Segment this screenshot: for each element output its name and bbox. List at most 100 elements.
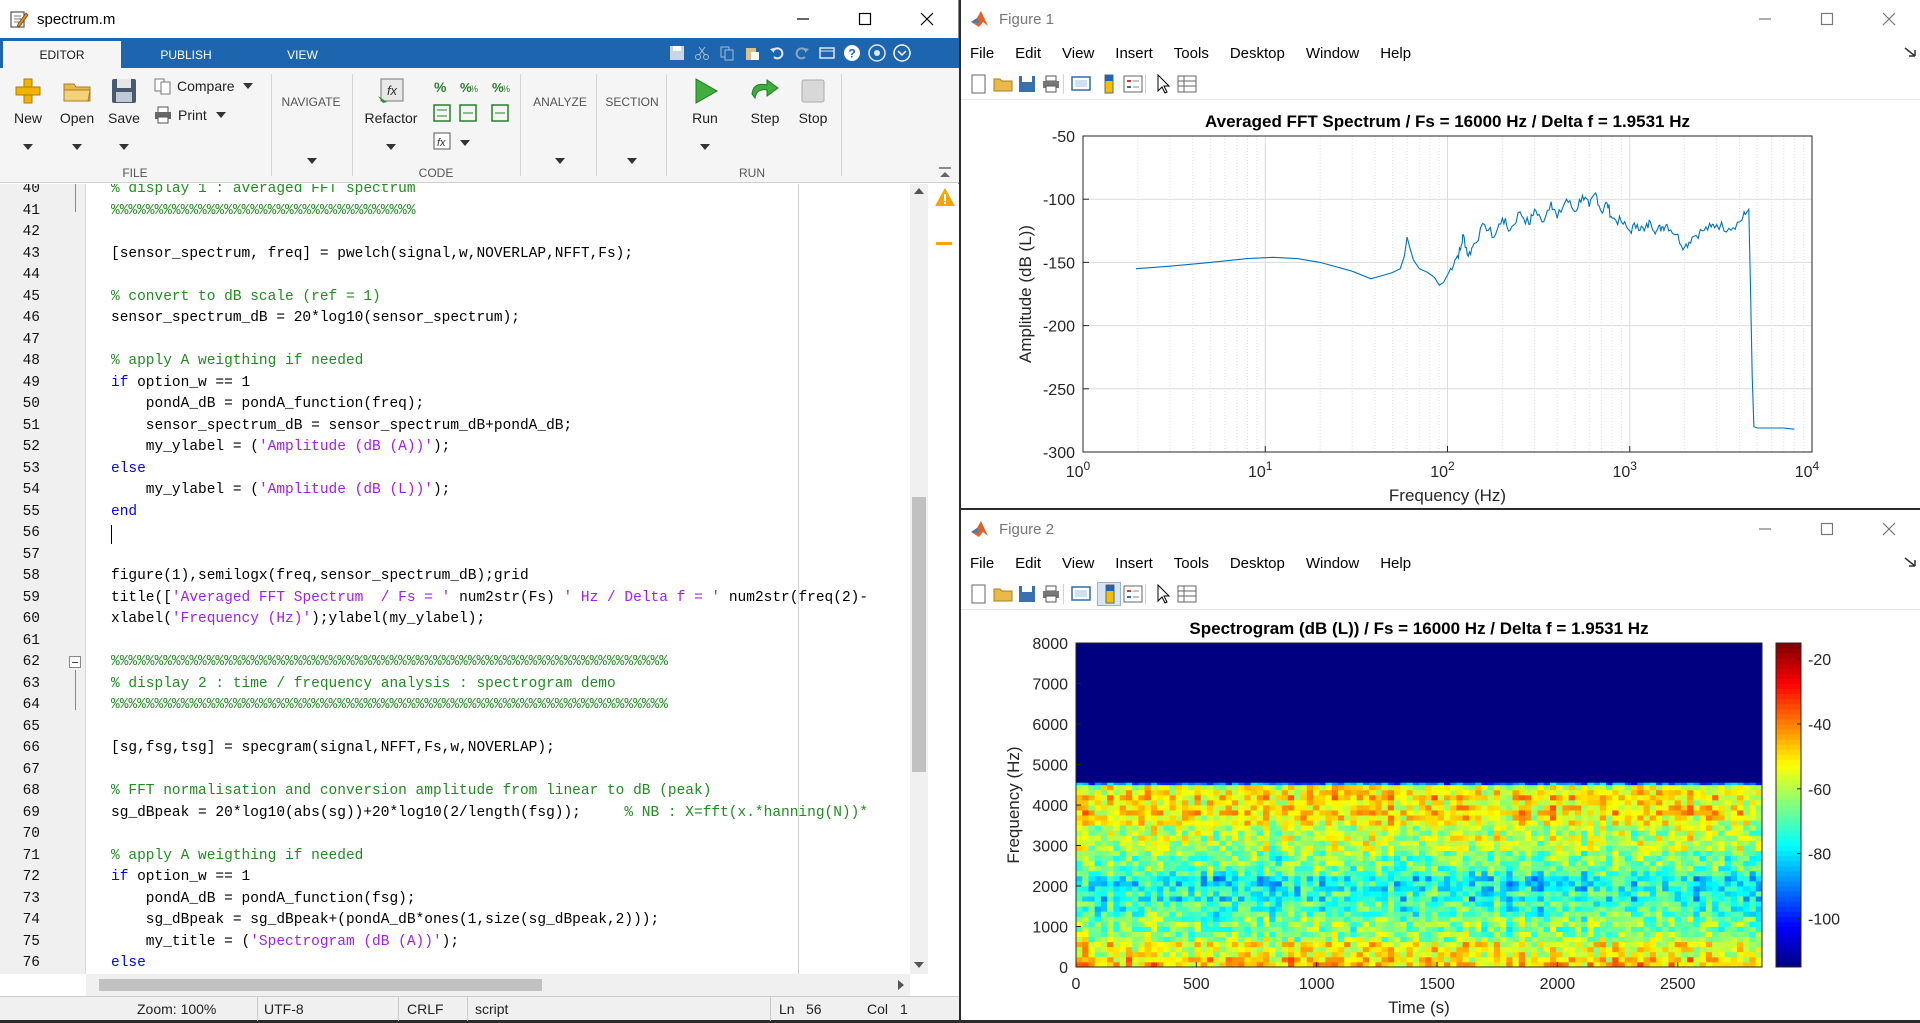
save-button[interactable]: Save: [104, 76, 144, 126]
menu-desktop[interactable]: Desktop: [1230, 45, 1285, 62]
run-dropdown-caret[interactable]: [700, 144, 710, 150]
refactor-dropdown-caret[interactable]: [386, 144, 396, 150]
menu-window[interactable]: Window: [1306, 45, 1359, 62]
figure1-maximize-button[interactable]: [1796, 0, 1858, 38]
insert-legend-button[interactable]: [1121, 582, 1145, 606]
figure2-close-button[interactable]: [1858, 510, 1920, 548]
figure2-maximize-button[interactable]: [1796, 510, 1858, 548]
code-line[interactable]: % apply A weigthing if needed: [111, 846, 363, 868]
new-figure-button[interactable]: [967, 72, 991, 96]
insert-function-dropdown-caret[interactable]: [460, 140, 470, 146]
analyze-button[interactable]: ANALYZE: [524, 95, 596, 109]
maximize-button[interactable]: [834, 0, 896, 38]
vertical-scrollbar[interactable]: [910, 184, 928, 974]
code-line[interactable]: figure(1),semilogx(freq,sensor_spectrum_…: [111, 566, 529, 588]
print-button[interactable]: Print: [154, 106, 264, 124]
dock-figure-button[interactable]: [1904, 554, 1916, 567]
menu-file[interactable]: File: [970, 555, 994, 572]
code-line[interactable]: sg_dBpeak = sg_dBpeak+(pondA_dB*ones(1,s…: [111, 910, 659, 932]
new-button[interactable]: New: [8, 76, 48, 126]
menu-view[interactable]: View: [1062, 45, 1094, 62]
warning-marker[interactable]: [936, 242, 952, 245]
vertical-scroll-thumb[interactable]: [912, 497, 926, 772]
code-line[interactable]: % display 2 : time / frequency analysis …: [111, 674, 616, 696]
code-line[interactable]: % convert to dB scale (ref = 1): [111, 287, 381, 309]
tab-editor[interactable]: EDITOR: [3, 41, 121, 68]
open-file-button[interactable]: [991, 582, 1015, 606]
undo-quick-button[interactable]: [766, 43, 787, 63]
figure1-close-button[interactable]: [1858, 0, 1920, 38]
code-line[interactable]: if option_w == 1: [111, 867, 250, 889]
open-button[interactable]: Open: [56, 76, 98, 126]
menu-file[interactable]: File: [970, 45, 994, 62]
zoom-status[interactable]: Zoom: 100%: [137, 1001, 216, 1017]
print-figure-button[interactable]: [1039, 582, 1063, 606]
menu-tools[interactable]: Tools: [1174, 555, 1209, 572]
figure1-plot[interactable]: -50-100-150-200-250-300100 101 102 103 104Av…: [961, 101, 1920, 508]
menu-tools[interactable]: Tools: [1174, 45, 1209, 62]
fold-toggle-62[interactable]: [69, 656, 81, 668]
code-line[interactable]: [sg,fsg,tsg] = specgram(signal,NFFT,Fs,w…: [111, 738, 555, 760]
code-line[interactable]: % display 1 : averaged FFT spectrum: [111, 184, 416, 201]
code-line[interactable]: else: [111, 953, 146, 975]
code-line[interactable]: my_title = ('Spectrogram (dB (A))');: [111, 932, 459, 954]
paste-quick-button[interactable]: [741, 43, 762, 63]
code-line[interactable]: %%%%%%%%%%%%%%%%%%%%%%%%%%%%%%%%%%%%%%%%…: [111, 652, 668, 674]
menu-help[interactable]: Help: [1380, 45, 1411, 62]
section-dropdown-caret[interactable]: [627, 158, 637, 164]
link-plot-button[interactable]: [1069, 582, 1093, 606]
code-line[interactable]: sg_dBpeak = 20*log10(abs(sg))+20*log10(2…: [111, 803, 868, 825]
run-button[interactable]: Run: [670, 76, 740, 126]
menu-window[interactable]: Window: [1306, 555, 1359, 572]
tab-publish[interactable]: PUBLISH: [128, 41, 244, 68]
navigate-dropdown-caret[interactable]: [307, 158, 317, 164]
code-line[interactable]: my_ylabel = ('Amplitude (dB (A))');: [111, 437, 451, 459]
refactor-button[interactable]: fx Refactor: [358, 76, 424, 126]
section-button[interactable]: SECTION: [600, 95, 664, 109]
open-file-button[interactable]: [991, 72, 1015, 96]
tab-view[interactable]: VIEW: [250, 41, 355, 68]
code-line[interactable]: %%%%%%%%%%%%%%%%%%%%%%%%%%%%%%%%%%%%%%%%…: [111, 695, 668, 717]
switch-windows-button[interactable]: [816, 43, 837, 63]
stop-button[interactable]: Stop: [792, 76, 834, 126]
code-line[interactable]: pondA_dB = pondA_function(fsg);: [111, 889, 416, 911]
insert-colorbar-button[interactable]: [1097, 72, 1121, 96]
edit-plot-button[interactable]: [1151, 582, 1175, 606]
copy-quick-button[interactable]: [716, 43, 737, 63]
code-line[interactable]: title(['Averaged FFT Spectrum / Fs = ' n…: [111, 588, 868, 610]
scroll-right-icon[interactable]: [898, 980, 904, 990]
code-line[interactable]: else: [111, 459, 146, 481]
save-dropdown-caret[interactable]: [119, 144, 129, 150]
figure1-minimize-button[interactable]: [1734, 0, 1796, 38]
file-type-status[interactable]: script: [475, 1001, 508, 1017]
print-figure-button[interactable]: [1039, 72, 1063, 96]
code-line[interactable]: pondA_dB = pondA_function(freq);: [111, 394, 424, 416]
analyze-dropdown-caret[interactable]: [555, 158, 565, 164]
compare-button[interactable]: Compare: [154, 77, 264, 95]
menu-insert[interactable]: Insert: [1115, 555, 1153, 572]
navigate-button[interactable]: NAVIGATE: [276, 95, 346, 109]
colorbar[interactable]: -20-40-60-80-100: [1775, 642, 1840, 968]
menu-edit[interactable]: Edit: [1015, 555, 1041, 572]
code-line[interactable]: sensor_spectrum_dB = 20*log10(sensor_spe…: [111, 308, 520, 330]
figure2-minimize-button[interactable]: [1734, 510, 1796, 548]
code-line[interactable]: if option_w == 1: [111, 373, 250, 395]
code-line[interactable]: [sensor_spectrum, freq] = pwelch(signal,…: [111, 244, 633, 266]
step-button[interactable]: Step: [744, 76, 786, 126]
menu-view[interactable]: View: [1062, 555, 1094, 572]
property-inspector-button[interactable]: [1175, 72, 1199, 96]
help-quick-button[interactable]: ?: [841, 43, 862, 63]
redo-quick-button[interactable]: [791, 43, 812, 63]
property-inspector-button[interactable]: [1175, 582, 1199, 606]
dock-figure-button[interactable]: [1904, 44, 1916, 57]
horizontal-scroll-thumb[interactable]: [99, 979, 542, 991]
new-figure-button[interactable]: [967, 582, 991, 606]
code-line[interactable]: sensor_spectrum_dB = sensor_spectrum_dB+…: [111, 416, 572, 438]
menu-insert[interactable]: Insert: [1115, 45, 1153, 62]
close-button[interactable]: [896, 0, 958, 38]
link-plot-button[interactable]: [1069, 72, 1093, 96]
insert-colorbar-button[interactable]: [1097, 582, 1121, 606]
new-dropdown-caret[interactable]: [23, 144, 33, 150]
save-figure-button[interactable]: [1015, 72, 1039, 96]
community-button[interactable]: [866, 43, 887, 63]
